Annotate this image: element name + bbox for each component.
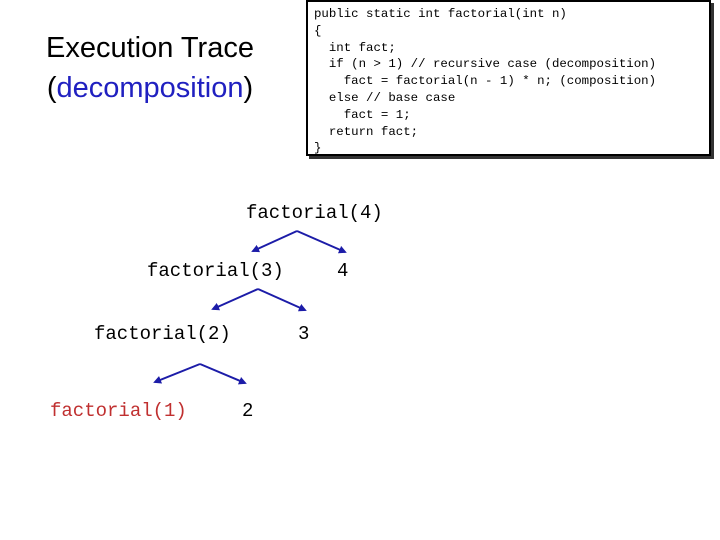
arrow-to-factorial-3 (251, 230, 298, 253)
arrow-to-value-2 (199, 363, 247, 385)
arrow-to-factorial-1 (153, 363, 201, 384)
trace-arrows (153, 230, 347, 385)
arrow-to-value-4 (296, 230, 347, 254)
arrow-to-value-3 (257, 288, 307, 312)
arrow-to-factorial-2 (211, 288, 259, 311)
